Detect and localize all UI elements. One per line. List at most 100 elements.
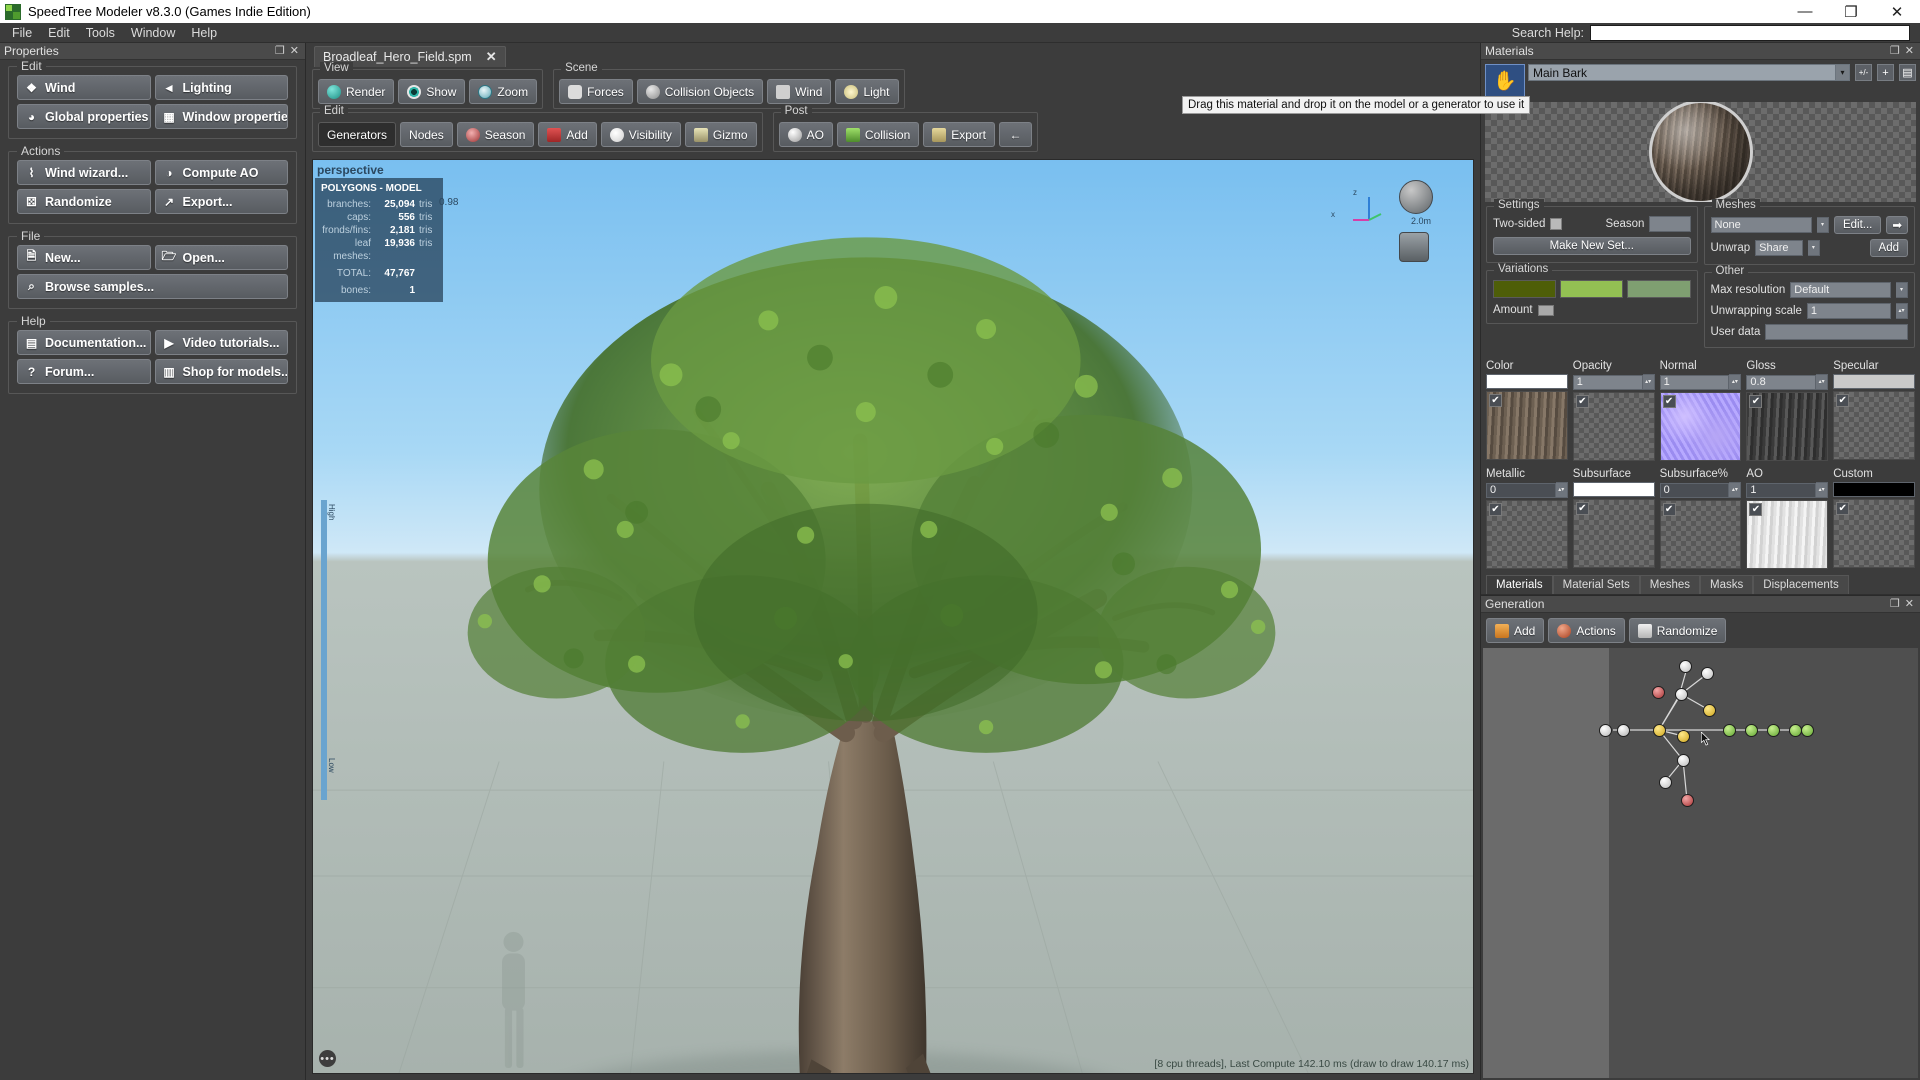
spinner-arrows-icon[interactable]: ▴▾ (1896, 303, 1908, 319)
texture-checkbox[interactable]: ✔ (1836, 394, 1850, 407)
button-lighting[interactable]: ◄ Lighting (154, 75, 288, 100)
toolbar-button-zoom[interactable]: Zoom (469, 79, 538, 104)
graph-node[interactable] (1677, 730, 1690, 743)
properties-close-icon[interactable]: ✕ (290, 45, 299, 57)
toolbar-button-ao[interactable]: AO (778, 122, 833, 147)
graph-node[interactable] (1659, 776, 1672, 789)
button-wind-wizard[interactable]: ⌇ Wind wizard... (17, 160, 151, 185)
menu-help[interactable]: Help (183, 24, 225, 42)
variation-swatch-2[interactable] (1560, 280, 1624, 298)
generation-randomize-button[interactable]: Randomize (1628, 618, 1727, 643)
mesh-add-button[interactable]: Add (1869, 239, 1909, 257)
graph-node[interactable] (1677, 754, 1690, 767)
texture-thumbnail[interactable]: ✔ (1746, 500, 1829, 569)
graph-node[interactable] (1703, 704, 1716, 717)
material-name-combo[interactable]: ▾ (1528, 64, 1850, 81)
texture-checkbox[interactable]: ✔ (1662, 395, 1676, 408)
texture-thumbnail[interactable]: ✔ (1833, 391, 1915, 460)
button-browse-samples[interactable]: ⌕ Browse samples... (17, 274, 288, 299)
max-resolution-select[interactable]: Default (1790, 282, 1891, 298)
spinner-arrows-icon[interactable]: ▴▾ (1729, 482, 1742, 498)
tab-meshes[interactable]: Meshes (1639, 575, 1701, 594)
properties-float-icon[interactable]: ❐ (275, 45, 285, 57)
season-field[interactable] (1649, 216, 1691, 232)
spinner-arrows-icon[interactable]: ▴▾ (1816, 374, 1829, 390)
toolbar-button-season[interactable]: Season (456, 122, 535, 147)
mesh-apply-icon[interactable]: ➡ (1886, 216, 1908, 234)
menu-window[interactable]: Window (123, 24, 183, 42)
chevron-down-icon[interactable]: ▾ (1816, 217, 1829, 233)
chevron-down-icon[interactable]: ▾ (1836, 64, 1850, 81)
graph-node[interactable] (1679, 660, 1692, 673)
tab-material-sets[interactable]: Material Sets (1552, 575, 1640, 594)
make-new-set-button[interactable]: Make New Set... (1493, 237, 1691, 255)
graph-node[interactable] (1652, 686, 1665, 699)
color-swatch[interactable] (1486, 374, 1568, 389)
texture-checkbox[interactable]: ✔ (1489, 503, 1502, 516)
texture-checkbox[interactable]: ✔ (1575, 502, 1589, 515)
toolbar-button-render[interactable]: Render (318, 79, 395, 104)
button-global-properties[interactable]: ◕ Global properties (17, 104, 151, 129)
button-shop-for-models[interactable]: ▥ Shop for models... (154, 359, 288, 384)
add-remove-icon[interactable]: +/- (1855, 64, 1872, 81)
generation-node-graph[interactable] (1483, 648, 1918, 1078)
spinner-arrows-icon[interactable]: ▴▾ (1729, 374, 1742, 390)
generation-close-icon[interactable]: ✕ (1905, 598, 1914, 610)
close-button[interactable]: ✕ (1874, 0, 1920, 23)
toolbar-button-visibility[interactable]: Visibility (600, 122, 681, 147)
mesh-edit-button[interactable]: Edit... (1833, 216, 1882, 234)
viewport-menu-icon[interactable]: ••• (319, 1050, 336, 1067)
variation-swatch-3[interactable] (1627, 280, 1691, 298)
variation-swatch-1[interactable] (1493, 280, 1557, 298)
texture-thumbnail[interactable]: ✔ (1572, 499, 1655, 568)
generation-actions-button[interactable]: Actions (1548, 618, 1625, 643)
menu-edit[interactable]: Edit (40, 24, 78, 42)
button-open[interactable]: 🗁 Open... (154, 245, 288, 270)
graph-node[interactable] (1681, 794, 1694, 807)
user-data-field[interactable] (1765, 324, 1908, 340)
graph-node[interactable] (1675, 688, 1688, 701)
mesh-select[interactable]: None (1710, 217, 1812, 233)
plus-icon[interactable]: + (1877, 64, 1894, 81)
metallic-field[interactable]: 0 (1486, 482, 1556, 498)
texture-thumbnail[interactable]: ✔ (1486, 500, 1568, 569)
texture-thumbnail[interactable]: ✔ (1833, 499, 1915, 568)
opacity-field[interactable]: 1 (1572, 374, 1643, 390)
button-export[interactable]: ↗ Export... (154, 189, 288, 214)
close-icon[interactable]: ✕ (486, 49, 497, 65)
maximize-button[interactable]: ❐ (1828, 0, 1874, 23)
chevron-down-icon[interactable]: ▾ (1807, 240, 1820, 256)
graph-node[interactable] (1701, 667, 1714, 680)
button-documentation[interactable]: ▤ Documentation... (17, 330, 151, 355)
texture-thumbnail[interactable]: ✔ (1746, 392, 1829, 461)
tab-displacements[interactable]: Displacements (1753, 575, 1849, 594)
spinner-arrows-icon[interactable]: ▴▾ (1642, 374, 1655, 390)
toolbar-button-back[interactable]: ← (998, 122, 1032, 147)
graph-node[interactable] (1653, 724, 1666, 737)
spinner-arrows-icon[interactable]: ▴▾ (1816, 482, 1829, 498)
texture-thumbnail[interactable]: ✔ (1572, 392, 1655, 461)
materials-float-icon[interactable]: ❐ (1890, 45, 1900, 57)
material-name-input[interactable] (1528, 64, 1836, 81)
texture-thumbnail[interactable]: ✔ (1659, 392, 1742, 461)
minimize-button[interactable]: — (1782, 0, 1828, 23)
gizmo-widget-icon[interactable] (1399, 232, 1429, 262)
specular-swatch[interactable] (1833, 374, 1915, 389)
texture-checkbox[interactable]: ✔ (1575, 395, 1589, 408)
toolbar-button-light[interactable]: Light (835, 79, 899, 104)
button-video-tutorials[interactable]: ▶ Video tutorials... (154, 330, 288, 355)
navigation-ball-icon[interactable] (1399, 180, 1433, 214)
toolbar-button-nodes[interactable]: Nodes (400, 122, 453, 147)
texture-thumbnail[interactable]: ✔ (1659, 500, 1742, 569)
toolbar-button-wind[interactable]: Wind (767, 79, 832, 104)
toolbar-button-forces[interactable]: Forces (559, 79, 633, 104)
graph-node[interactable] (1723, 724, 1736, 737)
menu-file[interactable]: File (4, 24, 40, 42)
custom-swatch[interactable] (1833, 482, 1915, 497)
subsurface-percent-field[interactable]: 0 (1659, 482, 1730, 498)
graph-node[interactable] (1745, 724, 1758, 737)
button-new[interactable]: 🗎 New... (17, 245, 151, 270)
unwrapping-scale-field[interactable]: 1 (1806, 303, 1891, 319)
tab-materials[interactable]: Materials (1486, 575, 1553, 594)
toolbar-button-collision[interactable]: Collision (836, 122, 920, 147)
